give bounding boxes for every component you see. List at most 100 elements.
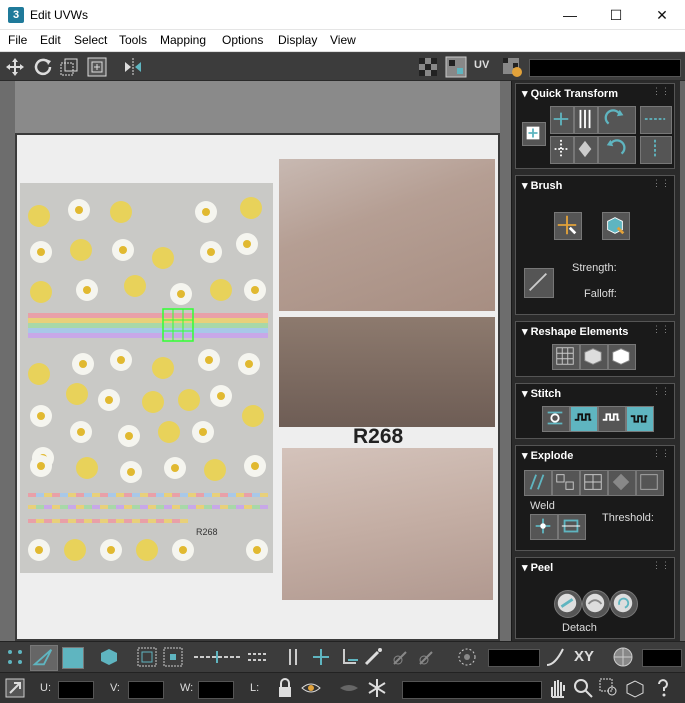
xy-axis-label[interactable]: XY: [574, 648, 594, 665]
rollout-title-stitch[interactable]: Stitch: [522, 387, 562, 400]
straighten-button[interactable]: [574, 136, 598, 164]
menu-tools[interactable]: Tools: [119, 33, 147, 47]
align-horizontal-button[interactable]: [550, 106, 574, 134]
select-edge-button[interactable]: [30, 645, 58, 671]
zoom-icon[interactable]: [572, 677, 594, 699]
falloff-curve-icon[interactable]: [544, 646, 566, 668]
rotate-minus-button[interactable]: [598, 136, 636, 164]
uv-label[interactable]: UV: [474, 59, 489, 71]
show-map-icon[interactable]: [445, 56, 467, 78]
uv-selection-gizmo[interactable]: [162, 308, 194, 342]
align-to-edge-button[interactable]: [550, 136, 574, 164]
loop-select-icon[interactable]: [192, 646, 242, 668]
pan-hand-icon[interactable]: [546, 677, 568, 699]
menu-file[interactable]: File: [8, 33, 27, 47]
weld-target-button[interactable]: [558, 514, 586, 540]
move-icon[interactable]: [4, 56, 26, 78]
checker-icon[interactable]: [417, 56, 439, 78]
paint-brush-grey-icon[interactable]: [390, 646, 412, 668]
point-to-point-icon[interactable]: [310, 646, 332, 668]
stitch-average-icon: [602, 413, 620, 421]
zoom-field[interactable]: [642, 649, 682, 667]
select-vertex-icon[interactable]: [4, 646, 26, 668]
zoom-region-icon[interactable]: [598, 677, 620, 699]
drag-handle-icon[interactable]: ⋮⋮: [652, 386, 670, 397]
falloff-type-button[interactable]: [524, 268, 554, 298]
explode-break-button[interactable]: [524, 470, 552, 496]
show-icon[interactable]: [338, 677, 360, 699]
zoom-extents-icon[interactable]: [624, 677, 646, 699]
peel-reset-button[interactable]: [610, 590, 638, 618]
explode-by-material-button[interactable]: [608, 470, 636, 496]
stitch-average-button[interactable]: [598, 406, 626, 432]
close-button[interactable]: ✕: [639, 0, 685, 30]
explode-by-smoothing-button[interactable]: [580, 470, 608, 496]
panel-scrollbar[interactable]: [680, 81, 685, 641]
drag-handle-icon[interactable]: ⋮⋮: [652, 178, 670, 189]
paint-select-icon[interactable]: [338, 646, 360, 668]
rollout-title-explode[interactable]: Explode: [522, 449, 574, 462]
select-element-icon[interactable]: [98, 646, 120, 668]
paint-brush-dim-icon[interactable]: [416, 646, 438, 668]
strength-label: Strength:: [572, 262, 617, 274]
world-space-icon[interactable]: [612, 646, 634, 668]
align-vertical-button[interactable]: [574, 106, 598, 134]
paint-move-button[interactable]: [554, 212, 582, 240]
menu-options[interactable]: Options: [222, 33, 263, 47]
selection-name-field[interactable]: [402, 681, 542, 699]
menu-mapping[interactable]: Mapping: [160, 33, 206, 47]
scale-icon[interactable]: [58, 56, 80, 78]
hide-icon[interactable]: [300, 677, 322, 699]
relax-brush-button[interactable]: [602, 212, 630, 240]
explode-to-polygons-button[interactable]: [552, 470, 580, 496]
menu-view[interactable]: View: [330, 33, 356, 47]
help-question-icon[interactable]: [652, 677, 674, 699]
w-field[interactable]: [198, 681, 234, 699]
space-horizontal-button[interactable]: [640, 106, 672, 134]
rollout-title-reshape[interactable]: Reshape Elements: [522, 325, 629, 338]
grow-selection-icon[interactable]: [136, 646, 158, 668]
minimize-button[interactable]: —: [547, 0, 593, 30]
soft-selection-field[interactable]: [488, 649, 540, 667]
relax-until-flat-button[interactable]: [580, 344, 608, 370]
straighten-selection-button[interactable]: [552, 344, 580, 370]
edge-loop-icon[interactable]: [282, 646, 304, 668]
lock-icon[interactable]: [274, 677, 296, 699]
explode-flatten-button[interactable]: [636, 470, 664, 496]
freeze-icon[interactable]: [366, 677, 388, 699]
menu-display[interactable]: Display: [278, 33, 317, 47]
menu-edit[interactable]: Edit: [40, 33, 61, 47]
stitch-source-button[interactable]: [570, 406, 598, 432]
rotate-plus-button[interactable]: [598, 106, 636, 134]
menu-select[interactable]: Select: [74, 33, 107, 47]
u-field[interactable]: [58, 681, 94, 699]
select-polygon-button[interactable]: [62, 647, 84, 669]
mirror-icon[interactable]: [122, 56, 144, 78]
rotate-icon[interactable]: [32, 56, 54, 78]
peel-mode-button[interactable]: [582, 590, 610, 618]
ring-select-icon[interactable]: [246, 646, 268, 668]
weld-selected-button[interactable]: [530, 514, 558, 540]
transform-center-button[interactable]: [522, 122, 546, 146]
drag-handle-icon[interactable]: ⋮⋮: [652, 560, 670, 571]
rollout-title-peel[interactable]: Peel: [522, 561, 554, 574]
drag-handle-icon[interactable]: ⋮⋮: [652, 448, 670, 459]
stitch-custom-button[interactable]: [542, 406, 570, 432]
quick-peel-button[interactable]: [554, 590, 582, 618]
space-vertical-button[interactable]: [640, 136, 672, 164]
texture-dropdown[interactable]: [529, 59, 681, 77]
v-field[interactable]: [128, 681, 164, 699]
relax-button[interactable]: [608, 344, 636, 370]
settings-checker-icon[interactable]: [501, 56, 523, 78]
shrink-selection-icon[interactable]: [162, 646, 184, 668]
maximize-button[interactable]: ☐: [593, 0, 639, 30]
drag-handle-icon[interactable]: ⋮⋮: [652, 324, 670, 335]
soft-selection-icon[interactable]: [456, 646, 478, 668]
rollout-title-quick-transform[interactable]: Quick Transform: [522, 87, 618, 100]
brush-icon[interactable]: [362, 646, 384, 668]
rollout-title-brush[interactable]: Brush: [522, 179, 563, 192]
transform-gizmo-icon[interactable]: [4, 677, 26, 699]
drag-handle-icon[interactable]: ⋮⋮: [652, 86, 670, 97]
freeform-icon[interactable]: [86, 56, 108, 78]
stitch-target-button[interactable]: [626, 406, 654, 432]
